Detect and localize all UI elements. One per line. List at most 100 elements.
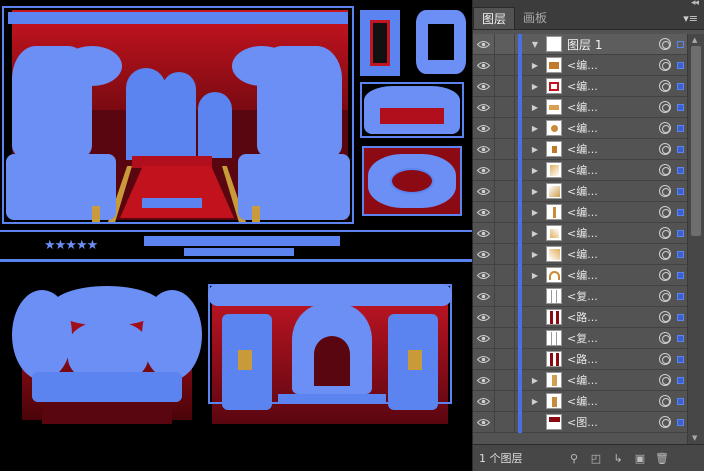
selection-indicator[interactable] (677, 271, 684, 279)
selection-indicator[interactable] (677, 166, 684, 174)
lock-toggle[interactable] (495, 327, 515, 349)
sublayer-row[interactable]: ▶ <编... (473, 390, 687, 412)
sublayer-row[interactable]: <图... (473, 411, 687, 433)
expand-arrow-right-icon[interactable]: ▶ (528, 124, 542, 133)
visibility-eye-icon[interactable] (473, 369, 495, 391)
expand-arrow-right-icon[interactable]: ▶ (528, 208, 542, 217)
selection-indicator[interactable] (677, 355, 684, 363)
expand-arrow-right-icon[interactable]: ▶ (528, 250, 542, 259)
lock-toggle[interactable] (495, 306, 515, 328)
artwork-bottom-left[interactable] (12, 286, 202, 442)
selection-indicator[interactable] (677, 292, 684, 300)
target-icon[interactable] (659, 395, 671, 407)
selection-indicator[interactable] (677, 334, 684, 342)
delete-icon[interactable]: 🗑 (651, 449, 673, 467)
expand-arrow-right-icon[interactable]: ▶ (528, 229, 542, 238)
layer-name[interactable]: <编... (567, 204, 598, 220)
target-icon[interactable] (659, 332, 671, 344)
target-icon[interactable] (659, 248, 671, 260)
sublayer-row[interactable]: ▶ <编... (473, 159, 687, 181)
expand-arrow-right-icon[interactable]: ▶ (528, 271, 542, 280)
expand-arrow-right-icon[interactable]: ▶ (528, 145, 542, 154)
layer-name[interactable]: <图... (567, 414, 598, 430)
lock-toggle[interactable] (495, 390, 515, 412)
expand-arrow-right-icon[interactable]: ▶ (528, 166, 542, 175)
target-icon[interactable] (659, 59, 671, 71)
sublayer-row[interactable]: ▶ <编... (473, 180, 687, 202)
sublayer-row[interactable]: ▶ <编... (473, 117, 687, 139)
visibility-eye-icon[interactable] (473, 285, 495, 307)
layer-name[interactable]: <路... (567, 351, 598, 367)
visibility-eye-icon[interactable] (473, 138, 495, 160)
sublayer-row[interactable]: ▶ <编... (473, 201, 687, 223)
lock-toggle[interactable] (495, 264, 515, 286)
target-icon[interactable] (659, 290, 671, 302)
expand-arrow-down-icon[interactable]: ▼ (528, 40, 542, 49)
new-layer-icon[interactable]: ▣ (629, 449, 651, 467)
expand-arrow-right-icon[interactable]: ▶ (528, 397, 542, 406)
layer-name[interactable]: <编... (567, 372, 598, 388)
visibility-eye-icon[interactable] (473, 390, 495, 412)
visibility-eye-icon[interactable] (473, 117, 495, 139)
star-rating-art[interactable]: ★★★★★ (44, 238, 114, 254)
lock-toggle[interactable] (495, 243, 515, 265)
lock-toggle[interactable] (495, 348, 515, 370)
visibility-eye-icon[interactable] (473, 243, 495, 265)
artwork-frame-piece[interactable] (360, 10, 400, 76)
target-icon[interactable] (659, 311, 671, 323)
selection-indicator[interactable] (677, 124, 684, 132)
lock-toggle[interactable] (495, 54, 515, 76)
create-sublayer-icon[interactable]: ↳ (607, 449, 629, 467)
visibility-eye-icon[interactable] (473, 222, 495, 244)
artboard-canvas[interactable]: ★★★★★ (0, 0, 472, 471)
visibility-eye-icon[interactable] (473, 348, 495, 370)
lock-toggle[interactable] (495, 96, 515, 118)
target-icon[interactable] (659, 122, 671, 134)
sublayer-row[interactable]: ▶ <编... (473, 264, 687, 286)
sublayer-row[interactable]: <路... (473, 306, 687, 328)
expand-arrow-right-icon[interactable]: ▶ (528, 187, 542, 196)
sublayer-row[interactable]: <路... (473, 348, 687, 370)
expand-arrow-right-icon[interactable]: ▶ (528, 376, 542, 385)
selection-indicator[interactable] (677, 313, 684, 321)
layer-name[interactable]: <编... (567, 393, 598, 409)
target-icon[interactable] (659, 38, 671, 50)
sublayer-row[interactable]: <复... (473, 285, 687, 307)
scroll-up-arrow-icon[interactable]: ▲ (692, 36, 697, 44)
visibility-eye-icon[interactable] (473, 75, 495, 97)
selection-indicator[interactable] (677, 208, 684, 216)
sublayer-row[interactable]: ▶ <编... (473, 75, 687, 97)
selection-indicator[interactable] (677, 103, 684, 111)
artwork-bottom-right[interactable] (208, 284, 452, 444)
sublayer-row[interactable]: ▶ <编... (473, 96, 687, 118)
layer-name[interactable]: <编... (567, 120, 598, 136)
artwork-title-text[interactable] (144, 234, 340, 260)
layer-name[interactable]: <编... (567, 99, 598, 115)
target-icon[interactable] (659, 80, 671, 92)
panel-menu-icon[interactable]: ▾≡ (683, 12, 698, 25)
artwork-border-piece[interactable] (416, 10, 466, 74)
layer-name[interactable]: <编... (567, 162, 598, 178)
visibility-eye-icon[interactable] (473, 54, 495, 76)
sublayer-row[interactable]: <复... (473, 327, 687, 349)
artwork-oval-panel[interactable] (362, 146, 462, 216)
target-icon[interactable] (659, 143, 671, 155)
layer-name[interactable]: <复... (567, 330, 598, 346)
sublayer-row[interactable]: ▶ <编... (473, 243, 687, 265)
selection-indicator[interactable] (677, 187, 684, 195)
visibility-eye-icon[interactable] (473, 306, 495, 328)
layer-name[interactable]: 图层 1 (567, 36, 602, 53)
target-icon[interactable] (659, 101, 671, 113)
tab-artboards[interactable]: 画板 (515, 7, 555, 29)
sublayer-row[interactable]: ▶ <编... (473, 138, 687, 160)
scroll-down-arrow-icon[interactable]: ▼ (692, 434, 697, 442)
lock-toggle[interactable] (495, 201, 515, 223)
scroll-thumb[interactable] (691, 46, 701, 236)
target-icon[interactable] (659, 353, 671, 365)
target-icon[interactable] (659, 227, 671, 239)
lock-toggle[interactable] (495, 34, 515, 55)
layer-name[interactable]: <编... (567, 141, 598, 157)
lock-toggle[interactable] (495, 117, 515, 139)
lock-toggle[interactable] (495, 180, 515, 202)
target-icon[interactable] (659, 164, 671, 176)
